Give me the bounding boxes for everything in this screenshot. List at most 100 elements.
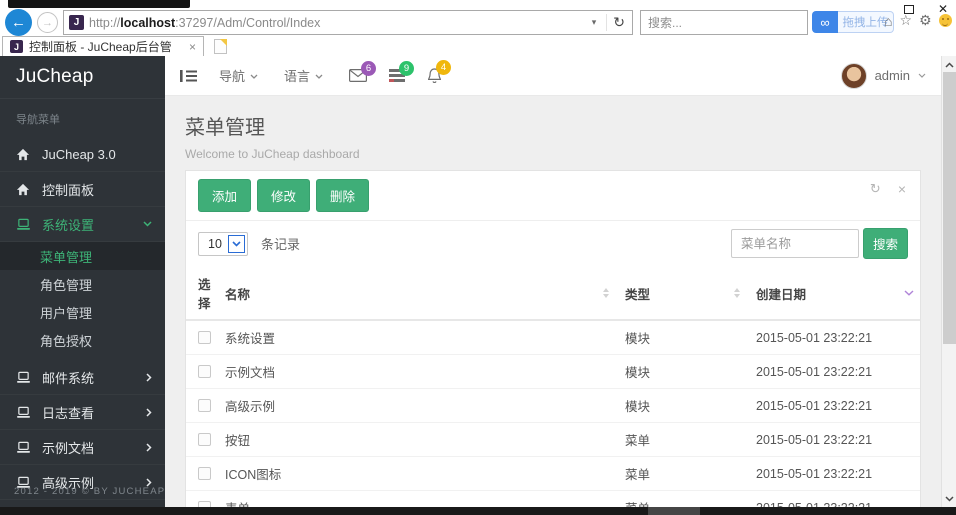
back-button[interactable]: ← — [5, 9, 32, 36]
table-row[interactable]: 按钮 菜单 2015-05-01 23:22:21 — [186, 422, 920, 457]
table-row[interactable]: 表单菜单2015-05-01 23:22:21 — [186, 490, 920, 507]
scrollbar-thumb[interactable] — [943, 72, 956, 344]
app-logo[interactable]: JuCheap — [0, 56, 165, 98]
home-icon[interactable]: ⌂ — [884, 13, 892, 29]
sidebar-toggle-icon[interactable] — [180, 69, 197, 83]
sidebar-subitem-role-authorization[interactable]: 角色授权 — [0, 326, 165, 354]
language-menu-dropdown[interactable]: 语言 — [284, 66, 323, 85]
chevron-down-icon — [315, 74, 323, 79]
main-area: 导航 语言 6 9 4 admin 菜单管理 Welcome to JuChea… — [165, 56, 941, 507]
sidebar-subitem-role-management[interactable]: 角色管理 — [0, 270, 165, 298]
favorites-star-icon[interactable]: ☆ — [899, 12, 912, 29]
sidebar-item-label: JuCheap 3.0 — [42, 146, 116, 162]
search-button[interactable]: 搜索 — [863, 228, 908, 259]
user-menu[interactable]: admin — [840, 62, 926, 89]
laptop-icon — [15, 218, 31, 231]
sidebar-item-log-viewer[interactable]: 日志查看 — [0, 395, 165, 430]
cloud-upload-control[interactable]: ∞ 拖拽上传 — [812, 11, 894, 33]
url-path: :37297/Adm/Control/Index — [175, 15, 321, 30]
back-arrow-icon: ← — [11, 14, 26, 31]
tasks-button[interactable]: 9 — [389, 61, 415, 82]
url-dropdown-icon[interactable]: ▾ — [587, 17, 602, 28]
column-menu-chevron-icon[interactable] — [904, 290, 914, 296]
row-checkbox[interactable] — [198, 331, 211, 344]
cell-name: 系统设置 — [225, 320, 625, 355]
home-icon — [15, 148, 31, 161]
scroll-down-icon[interactable] — [942, 491, 956, 506]
tasks-badge: 9 — [399, 61, 415, 76]
menu-name-filter-input[interactable] — [731, 229, 859, 258]
page-size-select[interactable]: 10 — [198, 231, 248, 256]
tab-favicon: J — [10, 40, 23, 53]
card-toolbar: 添加 修改 删除 ↻ × — [186, 171, 920, 221]
sidebar-item-label: 日志查看 — [42, 405, 95, 421]
sidebar-subitem-user-management[interactable]: 用户管理 — [0, 298, 165, 326]
scroll-up-icon[interactable] — [942, 57, 956, 72]
gear-icon[interactable]: ⚙ — [919, 12, 932, 29]
url-text[interactable]: http://localhost:37297/Adm/Control/Index — [89, 16, 582, 30]
nav-menu-label: 导航 — [219, 69, 246, 84]
sidebar-item-mail-system[interactable]: 邮件系统 — [0, 360, 165, 395]
column-header-label: 创建日期 — [756, 287, 807, 302]
table-row[interactable]: ICON图标 菜单 2015-05-01 23:22:21 — [186, 456, 920, 491]
sidebar-subitem-menu-management[interactable]: 菜单管理 — [0, 242, 165, 270]
sidebar-section-label: 导航菜单 — [0, 98, 165, 137]
url-bar[interactable]: J http://localhost:37297/Adm/Control/Ind… — [63, 10, 633, 35]
laptop-icon — [15, 406, 31, 419]
row-checkbox[interactable] — [198, 467, 211, 480]
chevron-right-icon — [146, 442, 152, 452]
sidebar-item-sample-docs[interactable]: 示例文档 — [0, 430, 165, 465]
chevron-right-icon — [146, 372, 152, 382]
top-navbar: 导航 语言 6 9 4 admin — [165, 56, 941, 96]
column-header-name[interactable]: 名称 — [225, 267, 625, 321]
table-row[interactable]: 高级示例 模块 2015-05-01 23:22:21 — [186, 388, 920, 423]
sidebar-item-jucheap-30[interactable]: JuCheap 3.0 — [0, 137, 165, 172]
browser-search-input[interactable] — [640, 10, 808, 35]
new-tab-button[interactable] — [214, 39, 227, 54]
column-header-label: 名称 — [225, 287, 251, 302]
card-refresh-icon[interactable]: ↻ — [870, 181, 881, 197]
table-row[interactable]: 系统设置 模块 2015-05-01 23:22:21 — [186, 320, 920, 355]
cell-type: 菜单 — [625, 422, 756, 457]
browser-tab[interactable]: J 控制面板 - JuCheap后台管 × — [2, 36, 204, 56]
row-checkbox[interactable] — [198, 365, 211, 378]
url-protocol: http:// — [89, 15, 121, 30]
home-icon — [15, 183, 31, 196]
cloud-pan-icon[interactable]: ∞ — [812, 11, 838, 33]
sort-icon[interactable] — [734, 288, 740, 298]
cell-date: 2015-05-01 23:22:21 — [756, 320, 920, 355]
laptop-icon — [15, 441, 31, 454]
refresh-icon[interactable]: ↻ — [606, 14, 627, 31]
column-header-label: 类型 — [625, 287, 651, 302]
nav-menu-dropdown[interactable]: 导航 — [219, 66, 258, 85]
cell-name: ICON图标 — [225, 456, 625, 491]
column-header-date[interactable]: 创建日期 — [756, 267, 920, 321]
row-checkbox[interactable] — [198, 433, 211, 446]
add-button[interactable]: 添加 — [198, 179, 252, 212]
row-checkbox[interactable] — [198, 399, 211, 412]
sidebar-item-label: 系统设置 — [42, 217, 95, 233]
notifications-button[interactable]: 4 — [427, 59, 452, 84]
messages-button[interactable]: 6 — [349, 61, 377, 82]
page-subtitle: Welcome to JuCheap dashboard — [185, 147, 360, 161]
column-header-type[interactable]: 类型 — [625, 267, 756, 321]
vertical-scrollbar[interactable] — [941, 56, 956, 507]
card-close-icon[interactable]: × — [898, 181, 906, 197]
browser-toolbar-icons: ⌂ ☆ ⚙ — [884, 12, 952, 29]
table-row[interactable]: 示例文档 模块 2015-05-01 23:22:21 — [186, 354, 920, 389]
sidebar-item-label: 示例文档 — [42, 440, 95, 456]
sort-icon[interactable] — [603, 288, 609, 298]
edit-button[interactable]: 修改 — [257, 179, 311, 212]
page-title: 菜单管理 — [185, 117, 265, 139]
sidebar-item-label: 控制面板 — [42, 182, 95, 198]
select-arrow-icon — [228, 234, 245, 253]
forward-button[interactable]: → — [37, 12, 58, 33]
sidebar-item-system-settings[interactable]: 系统设置 — [0, 207, 165, 242]
feedback-smiley-icon[interactable] — [938, 14, 952, 27]
cell-type: 菜单 — [625, 490, 756, 507]
delete-button[interactable]: 删除 — [316, 179, 370, 212]
cell-name: 表单 — [225, 490, 625, 507]
tab-close-icon[interactable]: × — [189, 40, 196, 54]
sidebar-item-control-panel[interactable]: 控制面板 — [0, 172, 165, 207]
cell-date: 2015-05-01 23:22:21 — [756, 490, 920, 507]
